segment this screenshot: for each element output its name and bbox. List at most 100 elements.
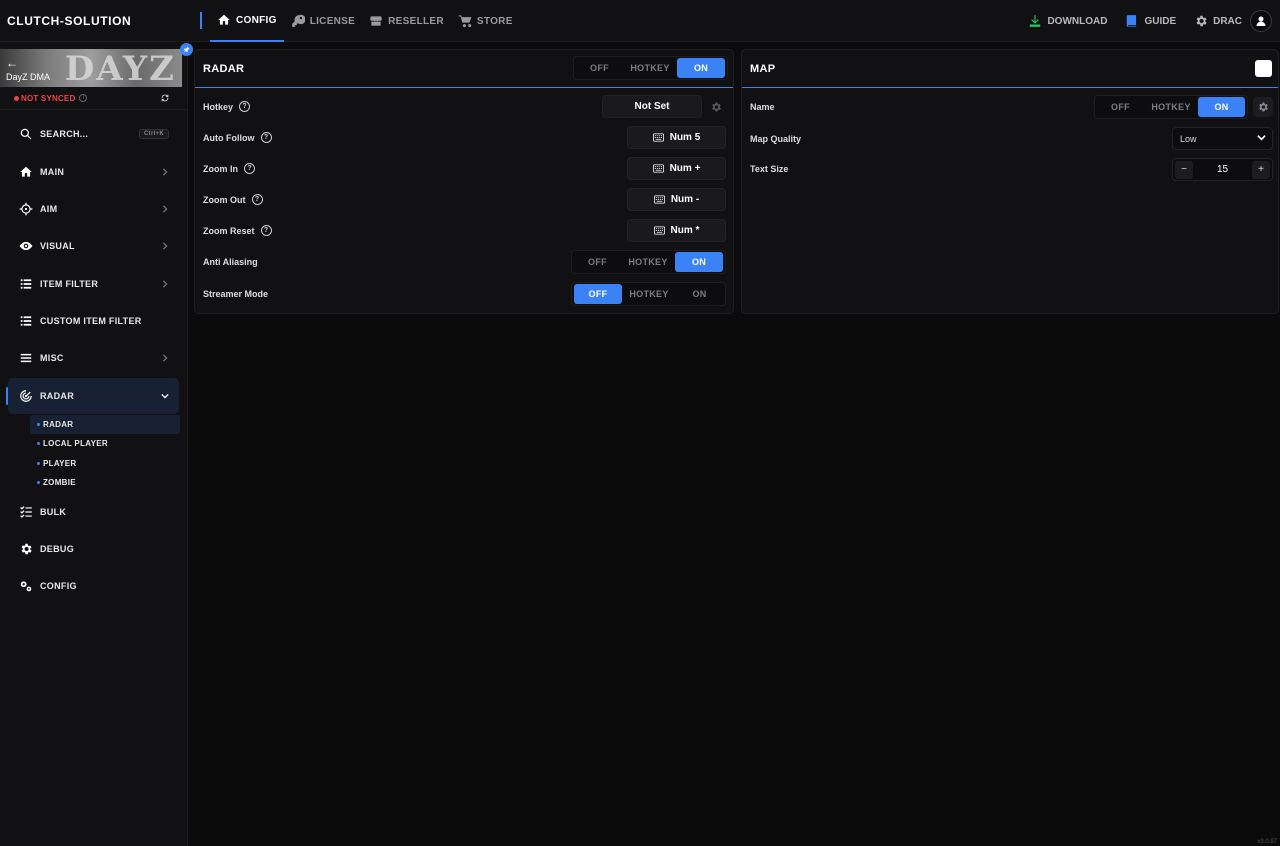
pin-icon[interactable] [180,43,193,56]
zoom-in-key-button[interactable]: Num + [627,157,726,180]
download-button[interactable]: DOWNLOAD [1028,14,1107,28]
home-icon [18,165,33,180]
guide-label: GUIDE [1144,15,1177,27]
chevron-right-icon [161,354,169,362]
toggle-hotkey[interactable]: HOTKEY [1144,97,1198,117]
decrement-button[interactable]: − [1175,160,1193,179]
tab-license[interactable]: LICENSE [284,0,362,42]
map-panel-header: MAP [742,50,1278,88]
guide-button[interactable]: GUIDE [1125,14,1176,28]
gears-icon [18,579,33,594]
info-icon[interactable]: i [79,94,88,102]
sidebar-item-radar[interactable]: RADAR [6,378,179,414]
radar-panel: RADAR OFF HOTKEY ON Hotkey ? Not Set Aut… [194,49,734,314]
sidebar-item-item-filter[interactable]: ITEM FILTER [8,269,179,299]
toggle-off[interactable]: OFF [576,58,623,78]
sidebar-item-bulk[interactable]: BULK [8,497,179,527]
user-settings-button[interactable]: DRAC [1194,14,1242,28]
toggle-on[interactable]: ON [676,284,723,304]
map-quality-select[interactable]: Low [1172,127,1273,150]
hotkey-settings-button[interactable] [706,97,726,117]
tab-reseller-label: RESELLER [388,15,444,27]
text-size-row-label: Text Size [750,164,788,174]
toggle-hotkey[interactable]: HOTKEY [623,58,677,78]
hotkey-label: Hotkey [203,101,234,112]
hotkey-row-label: Hotkey ? [203,101,251,112]
panel-title: MAP [750,63,776,75]
map-enable-checkbox[interactable] [1255,60,1272,77]
zoom-out-row-label: Zoom Out ? [203,194,263,205]
map-quality-row-label: Map Quality [750,134,801,144]
toggle-on[interactable]: ON [677,58,725,78]
tab-store[interactable]: STORE [451,0,520,42]
increment-button[interactable]: + [1252,160,1270,179]
zoom-out-key-button[interactable]: Num - [627,188,726,211]
help-icon[interactable]: ? [251,194,263,205]
cart-icon [458,15,472,28]
sidebar-item-main[interactable]: MAIN [8,157,179,187]
toggle-hotkey[interactable]: HOTKEY [621,252,675,272]
toggle-off[interactable]: OFF [574,284,622,304]
sidebar-item-custom-item-filter[interactable]: CUSTOM ITEM FILTER [8,306,179,336]
sidebar-item-visual[interactable]: VISUAL [8,231,179,261]
name-toggle: OFF HOTKEY ON [1094,95,1248,119]
toggle-off[interactable]: OFF [1097,97,1144,117]
help-icon[interactable]: ? [260,132,272,143]
bullet [37,423,40,426]
crosshair-icon [18,202,33,217]
download-icon [1030,15,1041,27]
zoom-reset-key-button[interactable]: Num * [627,219,726,242]
brand-title: CLUTCH-SOLUTION [7,14,132,28]
bullet [37,462,40,465]
avatar[interactable] [1250,10,1272,32]
zoom-reset-row-label: Zoom Reset ? [203,225,272,236]
help-icon[interactable]: ? [260,225,272,236]
tab-reseller[interactable]: RESELLER [362,0,451,42]
toggle-hotkey[interactable]: HOTKEY [622,284,676,304]
subitem-radar[interactable]: RADAR [30,415,180,434]
search-icon [18,127,33,142]
sync-status-row: NOT SYNCED i [14,92,170,104]
name-settings-button[interactable] [1253,97,1273,117]
sidebar-item-config[interactable]: CONFIG [8,571,179,601]
keyboard-icon [652,133,664,142]
zoom-out-label: Zoom Out [203,194,246,205]
text-size-value[interactable]: 15 [1217,164,1228,175]
sidebar-item-misc[interactable]: MISC [8,343,179,373]
chevron-down-icon [1257,133,1266,144]
text-size-label: Text Size [750,164,789,174]
hotkey-value: Not Set [634,101,670,112]
radar-icon [18,389,33,404]
refresh-icon[interactable] [160,93,170,103]
sidebar-item-debug[interactable]: DEBUG [8,534,179,564]
chevron-right-icon [161,280,169,288]
keyboard-icon [653,226,665,235]
sidebar-item-label: AIM [40,204,58,214]
streamer-mode-label: Streamer Mode [203,289,269,299]
key-icon [291,14,305,27]
sidebar-search[interactable]: SEARCH... Ctrl+K [8,119,179,149]
sidebar-item-aim[interactable]: AIM [8,194,179,224]
help-icon[interactable]: ? [244,163,255,174]
user-icon [1256,16,1266,26]
subitem-player[interactable]: PLAYER [30,454,180,473]
chevron-right-icon [161,242,169,250]
toggle-on[interactable]: ON [1198,97,1245,117]
subitem-zombie[interactable]: ZOMBIE [30,473,180,492]
back-arrow-icon[interactable]: ← [6,56,18,70]
zoom-reset-value: Num * [670,225,700,236]
list-icon [18,314,33,329]
hotkey-bind-button[interactable]: Not Set [602,95,702,118]
status-dot [14,95,19,101]
tab-config[interactable]: CONFIG [210,0,284,42]
help-icon[interactable]: ? [239,101,251,112]
subitem-local-player[interactable]: LOCAL PLAYER [30,434,180,453]
auto-follow-key-button[interactable]: Num 5 [627,126,726,149]
subitem-label: RADAR [43,420,74,429]
toggle-off[interactable]: OFF [574,252,621,272]
auto-follow-row-label: Auto Follow ? [203,132,272,143]
anti-aliasing-toggle: OFF HOTKEY ON [571,250,726,274]
game-banner[interactable]: DAYZ ← DayZ DMA [0,49,182,87]
toggle-on[interactable]: ON [675,252,723,272]
sidebar: DAYZ ← DayZ DMA NOT SYNCED i SEARCH... C… [0,42,193,846]
